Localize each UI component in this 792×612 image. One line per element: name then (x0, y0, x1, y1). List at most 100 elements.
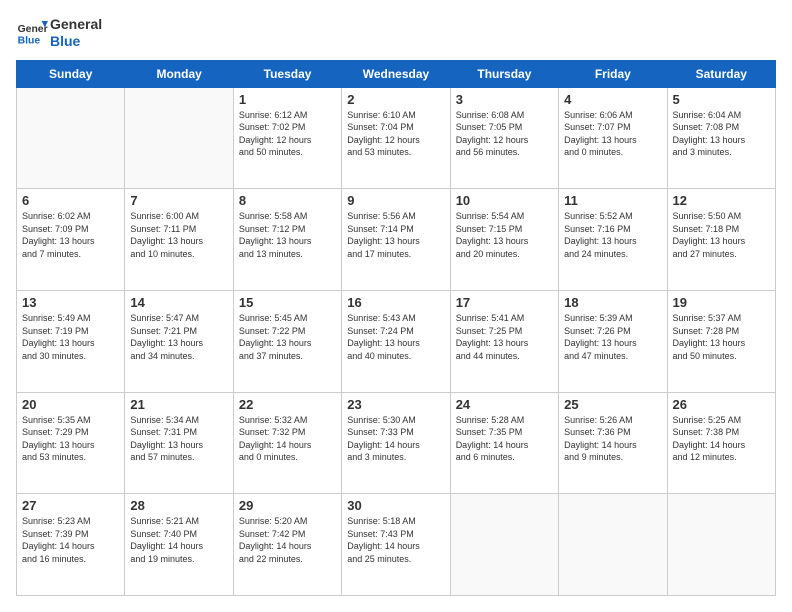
day-info: Sunrise: 5:21 AM Sunset: 7:40 PM Dayligh… (130, 515, 227, 565)
calendar-cell: 16 Sunrise: 5:43 AM Sunset: 7:24 PM Dayli… (342, 290, 450, 392)
day-number: 4 (564, 92, 661, 107)
weekday-header-saturday: Saturday (667, 60, 775, 87)
calendar-cell: 19 Sunrise: 5:37 AM Sunset: 7:28 PM Dayli… (667, 290, 775, 392)
day-number: 6 (22, 193, 119, 208)
week-row-1: 1Sunrise: 6:12 AM Sunset: 7:02 PM Daylig… (17, 87, 776, 189)
calendar-cell: 7Sunrise: 6:00 AM Sunset: 7:11 PM Daylig… (125, 189, 233, 291)
weekday-header-sunday: Sunday (17, 60, 125, 87)
day-number: 19 (673, 295, 770, 310)
svg-text:General: General (18, 24, 48, 35)
day-info: Sunrise: 6:10 AM Sunset: 7:04 PM Dayligh… (347, 109, 444, 159)
weekday-header-friday: Friday (559, 60, 667, 87)
day-info: Sunrise: 5:34 AM Sunset: 7:31 PM Dayligh… (130, 414, 227, 464)
day-info: Sunrise: 5:47 AM Sunset: 7:21 PM Dayligh… (130, 312, 227, 362)
calendar-body: 1Sunrise: 6:12 AM Sunset: 7:02 PM Daylig… (17, 87, 776, 595)
calendar-cell: 23Sunrise: 5:30 AM Sunset: 7:33 PM Dayli… (342, 392, 450, 494)
calendar-cell (450, 494, 558, 596)
day-number: 16 (347, 295, 444, 310)
logo-icon: General Blue (16, 19, 48, 47)
day-info: Sunrise: 5:52 AM Sunset: 7:16 PM Dayligh… (564, 210, 661, 260)
day-info: Sunrise: 5:45 AM Sunset: 7:22 PM Dayligh… (239, 312, 336, 362)
header: General Blue General Blue (16, 16, 776, 50)
day-number: 24 (456, 397, 553, 412)
calendar-cell: 3 Sunrise: 6:08 AM Sunset: 7:05 PM Daylig… (450, 87, 558, 189)
svg-text:Blue: Blue (18, 35, 41, 46)
calendar-cell: 4 Sunrise: 6:06 AM Sunset: 7:07 PM Daylig… (559, 87, 667, 189)
day-number: 18 (564, 295, 661, 310)
calendar-cell: 26 Sunrise: 5:25 AM Sunset: 7:38 PM Dayli… (667, 392, 775, 494)
day-info: Sunrise: 5:26 AM Sunset: 7:36 PM Dayligh… (564, 414, 661, 464)
day-number: 27 (22, 498, 119, 513)
day-info: Sunrise: 5:43 AM Sunset: 7:24 PM Dayligh… (347, 312, 444, 362)
logo-blue: Blue (50, 33, 102, 50)
calendar-cell (125, 87, 233, 189)
day-info: Sunrise: 5:50 AM Sunset: 7:18 PM Dayligh… (673, 210, 770, 260)
day-info: Sunrise: 5:18 AM Sunset: 7:43 PM Dayligh… (347, 515, 444, 565)
day-info: Sunrise: 5:20 AM Sunset: 7:42 PM Dayligh… (239, 515, 336, 565)
day-number: 8 (239, 193, 336, 208)
day-info: Sunrise: 5:54 AM Sunset: 7:15 PM Dayligh… (456, 210, 553, 260)
day-number: 21 (130, 397, 227, 412)
calendar-cell: 8 Sunrise: 5:58 AM Sunset: 7:12 PM Daylig… (233, 189, 341, 291)
day-number: 26 (673, 397, 770, 412)
weekday-header-tuesday: Tuesday (233, 60, 341, 87)
weekday-header-wednesday: Wednesday (342, 60, 450, 87)
day-info: Sunrise: 5:49 AM Sunset: 7:19 PM Dayligh… (22, 312, 119, 362)
day-number: 2 (347, 92, 444, 107)
day-number: 10 (456, 193, 553, 208)
calendar-cell: 2 Sunrise: 6:10 AM Sunset: 7:04 PM Daylig… (342, 87, 450, 189)
calendar-cell: 14 Sunrise: 5:47 AM Sunset: 7:21 PM Dayli… (125, 290, 233, 392)
calendar-cell: 17 Sunrise: 5:41 AM Sunset: 7:25 PM Dayli… (450, 290, 558, 392)
day-number: 15 (239, 295, 336, 310)
weekday-header-row: SundayMondayTuesdayWednesdayThursdayFrid… (17, 60, 776, 87)
day-number: 22 (239, 397, 336, 412)
day-number: 11 (564, 193, 661, 208)
day-info: Sunrise: 6:08 AM Sunset: 7:05 PM Dayligh… (456, 109, 553, 159)
calendar-cell: 21 Sunrise: 5:34 AM Sunset: 7:31 PM Dayli… (125, 392, 233, 494)
day-info: Sunrise: 5:25 AM Sunset: 7:38 PM Dayligh… (673, 414, 770, 464)
page: General Blue General Blue SundayMondayTu… (0, 0, 792, 612)
day-info: Sunrise: 5:56 AM Sunset: 7:14 PM Dayligh… (347, 210, 444, 260)
day-info: Sunrise: 6:02 AM Sunset: 7:09 PM Dayligh… (22, 210, 119, 260)
day-info: Sunrise: 5:28 AM Sunset: 7:35 PM Dayligh… (456, 414, 553, 464)
calendar-cell: 18 Sunrise: 5:39 AM Sunset: 7:26 PM Dayli… (559, 290, 667, 392)
calendar-cell: 10 Sunrise: 5:54 AM Sunset: 7:15 PM Dayli… (450, 189, 558, 291)
calendar-cell: 13Sunrise: 5:49 AM Sunset: 7:19 PM Dayli… (17, 290, 125, 392)
week-row-5: 27 Sunrise: 5:23 AM Sunset: 7:39 PM Dayli… (17, 494, 776, 596)
day-number: 7 (130, 193, 227, 208)
calendar-cell: 9 Sunrise: 5:56 AM Sunset: 7:14 PM Daylig… (342, 189, 450, 291)
day-number: 23 (347, 397, 444, 412)
day-number: 30 (347, 498, 444, 513)
day-number: 14 (130, 295, 227, 310)
day-number: 9 (347, 193, 444, 208)
day-number: 25 (564, 397, 661, 412)
day-info: Sunrise: 5:23 AM Sunset: 7:39 PM Dayligh… (22, 515, 119, 565)
day-info: Sunrise: 5:39 AM Sunset: 7:26 PM Dayligh… (564, 312, 661, 362)
day-info: Sunrise: 5:37 AM Sunset: 7:28 PM Dayligh… (673, 312, 770, 362)
day-number: 3 (456, 92, 553, 107)
calendar-cell: 28 Sunrise: 5:21 AM Sunset: 7:40 PM Dayli… (125, 494, 233, 596)
week-row-3: 13Sunrise: 5:49 AM Sunset: 7:19 PM Dayli… (17, 290, 776, 392)
logo: General Blue General Blue (16, 16, 102, 50)
calendar-cell: 22 Sunrise: 5:32 AM Sunset: 7:32 PM Dayli… (233, 392, 341, 494)
day-number: 17 (456, 295, 553, 310)
day-number: 1 (239, 92, 336, 107)
day-info: Sunrise: 6:06 AM Sunset: 7:07 PM Dayligh… (564, 109, 661, 159)
calendar-cell: 25 Sunrise: 5:26 AM Sunset: 7:36 PM Dayli… (559, 392, 667, 494)
day-info: Sunrise: 5:41 AM Sunset: 7:25 PM Dayligh… (456, 312, 553, 362)
day-info: Sunrise: 5:32 AM Sunset: 7:32 PM Dayligh… (239, 414, 336, 464)
calendar-cell: 5Sunrise: 6:04 AM Sunset: 7:08 PM Daylig… (667, 87, 775, 189)
calendar-cell: 6 Sunrise: 6:02 AM Sunset: 7:09 PM Daylig… (17, 189, 125, 291)
calendar-cell: 30 Sunrise: 5:18 AM Sunset: 7:43 PM Dayli… (342, 494, 450, 596)
calendar-cell: 24 Sunrise: 5:28 AM Sunset: 7:35 PM Dayli… (450, 392, 558, 494)
day-number: 29 (239, 498, 336, 513)
day-info: Sunrise: 5:58 AM Sunset: 7:12 PM Dayligh… (239, 210, 336, 260)
week-row-2: 6 Sunrise: 6:02 AM Sunset: 7:09 PM Daylig… (17, 189, 776, 291)
day-number: 28 (130, 498, 227, 513)
calendar-cell (667, 494, 775, 596)
day-info: Sunrise: 5:35 AM Sunset: 7:29 PM Dayligh… (22, 414, 119, 464)
week-row-4: 20Sunrise: 5:35 AM Sunset: 7:29 PM Dayli… (17, 392, 776, 494)
day-info: Sunrise: 6:04 AM Sunset: 7:08 PM Dayligh… (673, 109, 770, 159)
logo-general: General (50, 16, 102, 33)
calendar-cell (17, 87, 125, 189)
